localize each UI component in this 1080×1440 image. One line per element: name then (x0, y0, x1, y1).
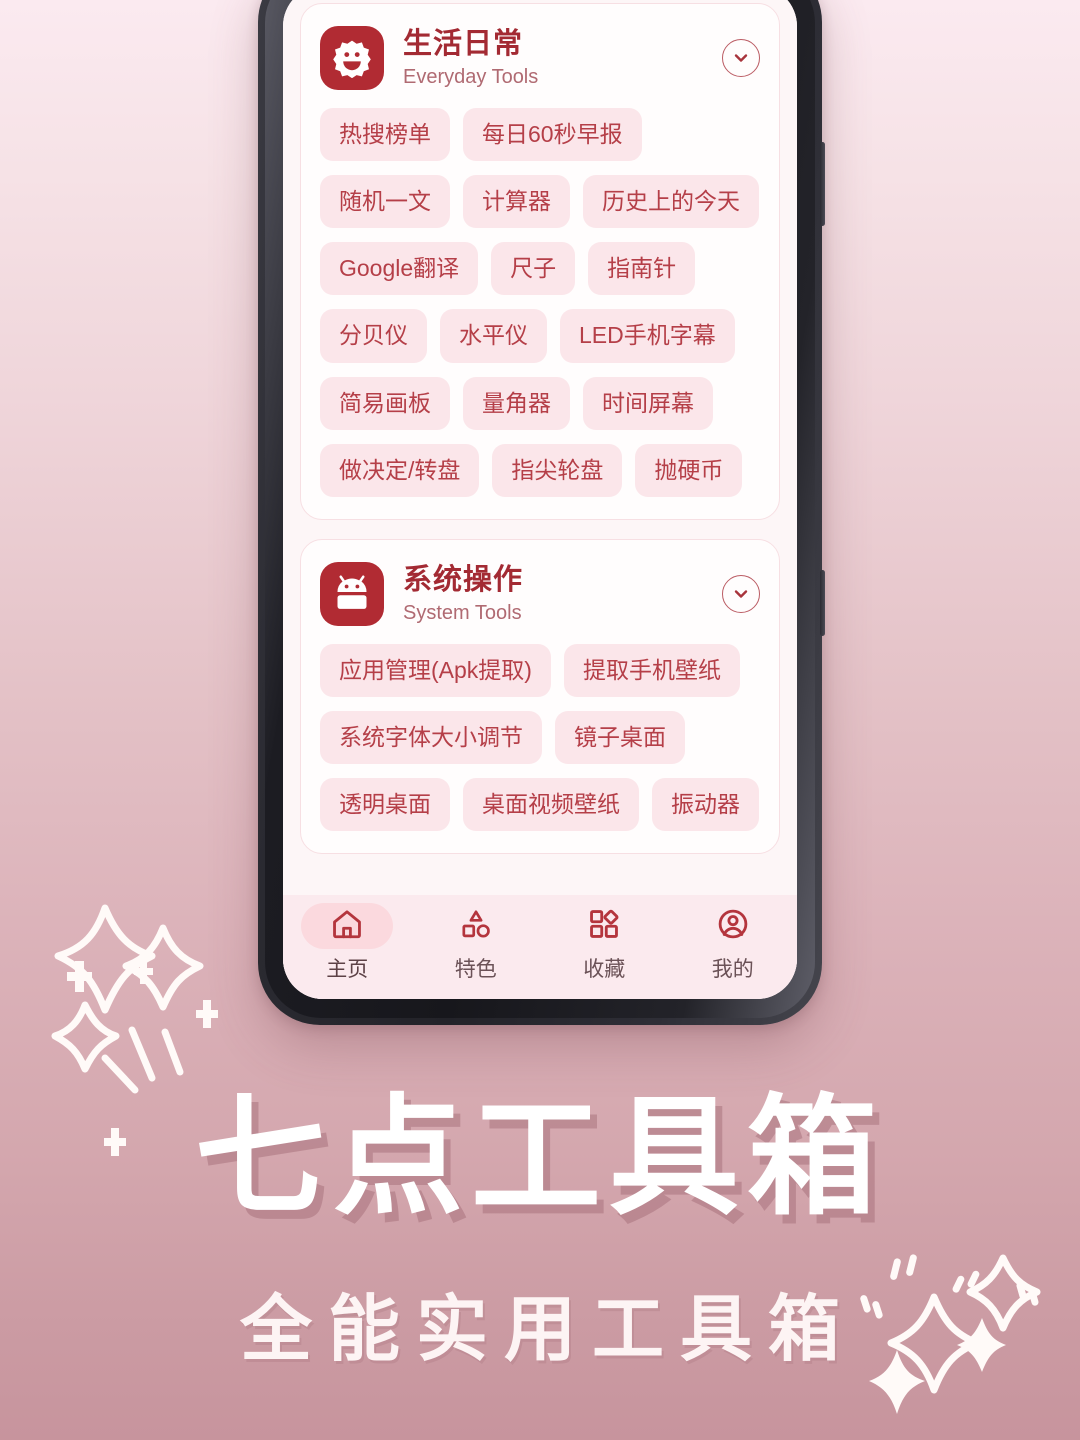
phone-device: 生活日常 Everyday Tools 热搜榜单 每日60秒早报 随机一文 计算… (258, 0, 825, 1025)
tool-chip[interactable]: 简易画板 (320, 376, 450, 430)
nav-item-featured[interactable]: 特色 (412, 903, 541, 983)
section-card-system-tools: 系统操作 System Tools 应用管理(Apk提取) 提取手机壁纸 系统字… (300, 538, 780, 855)
nav-label: 我的 (711, 958, 754, 981)
tool-chip[interactable]: 热搜榜单 (320, 108, 450, 162)
tool-chip[interactable]: 时间屏幕 (583, 376, 713, 430)
chevron-down-icon[interactable] (722, 39, 760, 77)
promo-subtitle: 全能实用工具箱 (239, 1287, 856, 1371)
power-button[interactable] (820, 570, 825, 636)
section-title-cn: 生活日常 (403, 27, 524, 60)
sparkle-star-icon (51, 1001, 120, 1073)
user-circle-icon (716, 907, 750, 946)
shapes-icon (459, 907, 493, 946)
tool-sections-scroll-area[interactable]: 生活日常 Everyday Tools 热搜榜单 每日60秒早报 随机一文 计算… (283, 0, 797, 895)
tool-chip[interactable]: 桌面视频壁纸 (463, 778, 639, 832)
nav-label: 特色 (454, 958, 497, 981)
tool-chip[interactable]: 镜子桌面 (555, 710, 685, 764)
section-title-cn: 系统操作 (403, 563, 524, 596)
tool-chip[interactable]: 量角器 (463, 376, 570, 430)
nav-item-home[interactable]: 主页 (283, 903, 412, 983)
volume-rocker-button[interactable] (820, 142, 825, 226)
sparkle-line (161, 1028, 184, 1076)
tool-chip[interactable]: 尺子 (491, 242, 576, 296)
tool-chip[interactable]: 分贝仪 (320, 309, 427, 363)
section-title-en: System Tools (403, 601, 522, 624)
phone-screen: 生活日常 Everyday Tools 热搜榜单 每日60秒早报 随机一文 计算… (283, 0, 797, 999)
section-card-everyday-tools: 生活日常 Everyday Tools 热搜榜单 每日60秒早报 随机一文 计算… (300, 3, 780, 520)
tool-chip[interactable]: LED手机字幕 (560, 309, 735, 363)
tool-chip[interactable]: 计算器 (463, 175, 570, 229)
sparkle-plus-icon (196, 1000, 218, 1028)
nav-label: 主页 (326, 958, 369, 981)
tool-chip[interactable]: 振动器 (652, 778, 759, 832)
nav-item-favorites[interactable]: 收藏 (540, 903, 669, 983)
tool-chip[interactable]: 系统字体大小调节 (320, 710, 542, 764)
section-titles: 生活日常 Everyday Tools (403, 28, 703, 88)
nav-icon-pill (430, 903, 522, 949)
nav-label: 收藏 (583, 958, 626, 981)
tool-chip[interactable]: 每日60秒早报 (463, 108, 642, 162)
tool-chip[interactable]: 水平仪 (440, 309, 547, 363)
tool-chip[interactable]: 随机一文 (320, 175, 450, 229)
nav-icon-pill (687, 903, 779, 949)
section-titles: 系统操作 System Tools (403, 564, 703, 624)
nav-icon-pill (301, 903, 394, 949)
promo-title: 七点工具箱 (194, 1081, 885, 1233)
section-header[interactable]: 生活日常 Everyday Tools (320, 26, 760, 90)
tool-chip[interactable]: 指尖轮盘 (492, 443, 623, 497)
chevron-down-icon[interactable] (722, 574, 760, 613)
sparkle-plus-icon (67, 961, 92, 992)
app-root: 生活日常 Everyday Tools 热搜榜单 每日60秒早报 随机一文 计算… (283, 0, 797, 999)
sparkle-line (101, 1054, 139, 1094)
android-robot-icon (320, 561, 384, 626)
sparkle-line (128, 1026, 156, 1082)
sparkle-plus-icon (134, 959, 153, 984)
home-icon (330, 907, 364, 946)
tool-chip-list: 应用管理(Apk提取) 提取手机壁纸 系统字体大小调节 镜子桌面 透明桌面 桌面… (320, 643, 760, 832)
nav-icon-pill (558, 903, 650, 949)
section-header[interactable]: 系统操作 System Tools (320, 561, 760, 626)
tool-chip[interactable]: 抛硬币 (635, 443, 743, 497)
nav-item-profile[interactable]: 我的 (669, 903, 798, 983)
tool-chip[interactable]: 应用管理(Apk提取) (320, 643, 551, 697)
grid-diamond-icon (587, 907, 621, 946)
sparkle-star-icon (54, 904, 156, 1014)
section-title-en: Everyday Tools (403, 66, 539, 89)
bottom-navigation-bar: 主页 特色 收藏 我的 (283, 895, 797, 999)
tool-chip-list: 热搜榜单 每日60秒早报 随机一文 计算器 历史上的今天 Google翻译 尺子… (320, 108, 760, 497)
tool-chip[interactable]: 提取手机壁纸 (563, 643, 740, 697)
tool-chip[interactable]: Google翻译 (320, 242, 479, 296)
flower-face-icon (320, 26, 384, 90)
sparkle-star-icon (122, 924, 204, 1011)
tool-chip[interactable]: 指南针 (588, 242, 696, 296)
tool-chip[interactable]: 历史上的今天 (583, 175, 759, 229)
tool-chip[interactable]: 做决定/转盘 (320, 443, 480, 497)
tool-chip[interactable]: 透明桌面 (320, 778, 450, 832)
